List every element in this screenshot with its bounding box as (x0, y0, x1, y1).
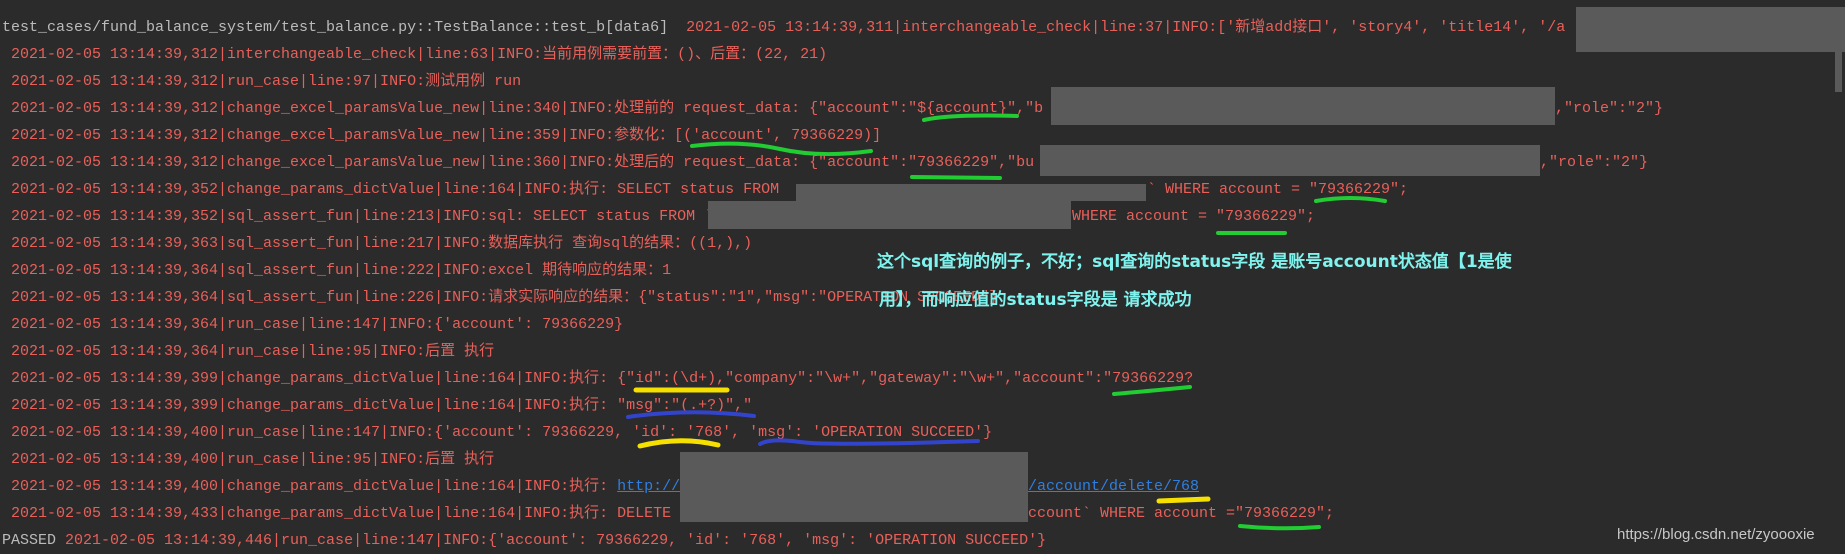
log-line: 2021-02-05 13:14:39,400|change_params_di… (2, 478, 680, 496)
redaction-box (708, 201, 1071, 229)
log-line: 2021-02-05 13:14:39,312|interchangeable_… (2, 46, 828, 63)
log-line-tail: ccount` WHERE account ="79366229"; (1028, 505, 1335, 522)
log-line-tail: ` WHERE account = "79366229"; (1147, 181, 1409, 198)
log-text: 2021-02-05 13:14:39,400|change_params_di… (2, 478, 618, 495)
green-underline (1112, 385, 1192, 396)
log-line: 2021-02-05 13:14:39,312|change_excel_par… (2, 127, 882, 144)
log-line: 2021-02-05 13:14:39,364|run_case|line:14… (2, 316, 624, 333)
watermark: https://blog.csdn.net/zyoooxie (1617, 526, 1815, 543)
log-line: 2021-02-05 13:14:39,399|change_params_di… (2, 397, 753, 414)
url-link[interactable]: http:// (617, 478, 680, 495)
redaction-box (1576, 7, 1845, 52)
url-link-tail[interactable]: /account/delete/768 (1028, 478, 1199, 496)
scrollbar-thumb[interactable] (1835, 52, 1842, 92)
passed-status: PASSED (2, 532, 57, 549)
log-line: test_cases/fund_balance_system/test_bala… (2, 19, 1565, 37)
redaction-box (680, 452, 1028, 522)
test-name: test_cases/fund_balance_system/test_bala… (2, 19, 669, 36)
redaction-box (1051, 87, 1555, 125)
green-underline (1238, 524, 1321, 531)
log-line-tail: ,"role":"2"} (1555, 100, 1664, 117)
log-line: 2021-02-05 13:14:39,363|sql_assert_fun|l… (2, 235, 753, 252)
log-line: 2021-02-05 13:14:39,352|sql_assert_fun|l… (2, 208, 714, 225)
log-line: 2021-02-05 13:14:39,312|run_case|line:97… (2, 73, 522, 90)
log-line: 2021-02-05 13:14:39,364|run_case|line:95… (2, 343, 495, 360)
green-underline (690, 141, 873, 157)
redaction-box (1040, 145, 1540, 176)
log-text: 2021-02-05 13:14:39,446|run_case|line:14… (56, 532, 1047, 549)
log-line: PASSED 2021-02-05 13:14:39,446|run_case|… (2, 532, 1046, 550)
log-line: 2021-02-05 13:14:39,352|change_params_di… (2, 181, 789, 198)
green-underline (910, 175, 1002, 180)
log-line: 2021-02-05 13:14:39,400|run_case|line:95… (2, 451, 495, 468)
log-line: 2021-02-05 13:14:39,312|change_excel_par… (2, 100, 1044, 117)
yellow-underline (1156, 496, 1211, 504)
log-line: 2021-02-05 13:14:39,399|change_params_di… (2, 370, 1194, 387)
log-line: 2021-02-05 13:14:39,364|sql_assert_fun|l… (2, 262, 672, 279)
redaction-box (796, 184, 1146, 201)
log-line: 2021-02-05 13:14:39,433|change_params_di… (2, 505, 681, 522)
log-line-tail: WHERE account = "79366229"; (1072, 208, 1316, 225)
log-line: 2021-02-05 13:14:39,312|change_excel_par… (2, 154, 1035, 171)
log-line: 2021-02-05 13:14:39,364|sql_assert_fun|l… (2, 289, 999, 306)
log-line-tail: ,"role":"2"} (1540, 154, 1649, 171)
annotation-text: 用】，而响应值的status字段是 请求成功 (879, 290, 1192, 310)
log-line: 2021-02-05 13:14:39,400|run_case|line:14… (2, 424, 993, 441)
annotation-text: 这个sql查询的例子，不好；sql查询的status字段 是账号account状… (877, 252, 1512, 272)
log-text: 2021-02-05 13:14:39,311|interchangeable_… (668, 19, 1566, 36)
